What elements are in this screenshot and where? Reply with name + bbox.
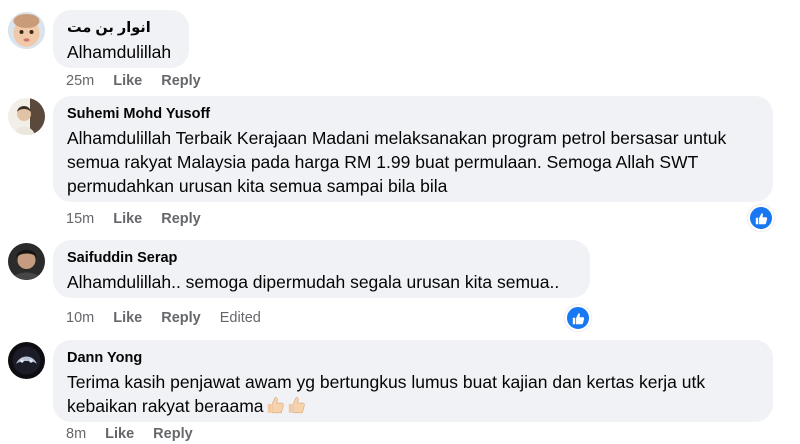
comment-timestamp[interactable]: 10m [66, 310, 94, 326]
comment-text: Alhamdulillah.. semoga dipermudah segala… [67, 272, 560, 292]
comment-text-line: Terima kasih penjawat awam yg bertungkus… [67, 372, 706, 392]
baby-photo-icon [8, 12, 45, 49]
thumbs-up-icon [755, 212, 767, 224]
comment-timestamp[interactable]: 15m [66, 211, 94, 227]
comment-author[interactable]: Suhemi Mohd Yusoff [67, 105, 759, 123]
avatar[interactable] [8, 342, 45, 379]
avatar[interactable] [8, 98, 45, 135]
comment-actions: 25m Like Reply [66, 71, 201, 91]
like-button[interactable]: Like [105, 426, 134, 442]
comment-author[interactable]: Saifuddin Serap [67, 249, 576, 267]
thumbs-up-emoji-icon [266, 395, 285, 420]
comment-text: Alhamdulillah Terbaik Kerajaan Madani me… [67, 126, 759, 198]
edited-label: Edited [219, 310, 261, 326]
comment-author[interactable]: انوار بن مت [67, 19, 175, 37]
profile-photo-icon [8, 98, 45, 135]
like-button[interactable]: Like [113, 73, 142, 89]
thumbs-up-emoji-icon [287, 395, 306, 420]
profile-photo-icon [8, 243, 45, 280]
comment-bubble: انوار بن مت Alhamdulillah [53, 10, 189, 68]
comment-actions: 8m Like Reply [66, 424, 193, 444]
reply-button[interactable]: Reply [161, 310, 201, 326]
comment-text: Alhamdulillah [67, 42, 172, 62]
like-button[interactable]: Like [113, 211, 142, 227]
thumbs-up-icon [572, 312, 584, 324]
comment-text-line: kebaikan rakyat beraama [67, 396, 264, 416]
comment-bubble: Suhemi Mohd Yusoff Alhamdulillah Terbaik… [53, 96, 773, 202]
like-reaction-badge[interactable] [748, 205, 774, 231]
comment-timestamp[interactable]: 25m [66, 73, 94, 89]
avatar[interactable] [8, 12, 45, 49]
comment-text-line: Alhamdulillah Terbaik Kerajaan Madani me… [67, 128, 727, 148]
comment-text-line-wrap: kebaikan rakyat beraama [67, 394, 759, 420]
comment-bubble: Dann Yong Terima kasih penjawat awam yg … [53, 340, 773, 422]
comment-text: Terima kasih penjawat awam yg bertungkus… [67, 370, 759, 420]
comment-actions: 10m Like Reply Edited [66, 308, 261, 328]
reply-button[interactable]: Reply [153, 426, 193, 442]
comment-actions: 15m Like Reply [66, 209, 201, 229]
comment-author[interactable]: Dann Yong [67, 349, 759, 367]
profile-photo-icon [8, 342, 45, 379]
comment-timestamp[interactable]: 8m [66, 426, 86, 442]
comment-text-line: semua rakyat Malaysia pada harga RM 1.99… [67, 152, 699, 172]
reply-button[interactable]: Reply [161, 211, 201, 227]
reply-button[interactable]: Reply [161, 73, 201, 89]
comment-text-line: permudahkan urusan kita semua sampai bil… [67, 176, 448, 196]
like-reaction-badge[interactable] [565, 305, 591, 331]
avatar[interactable] [8, 243, 45, 280]
comment-bubble: Saifuddin Serap Alhamdulillah.. semoga d… [53, 240, 590, 298]
like-button[interactable]: Like [113, 310, 142, 326]
